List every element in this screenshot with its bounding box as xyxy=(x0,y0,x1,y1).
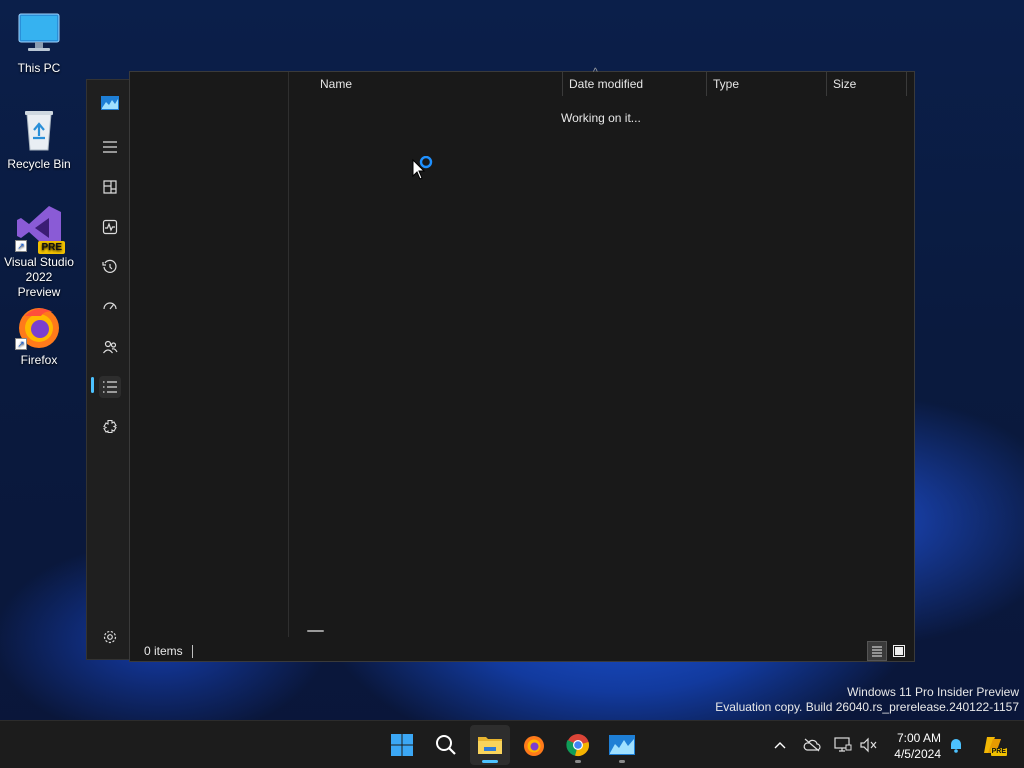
volume-muted-icon[interactable] xyxy=(859,735,879,755)
show-hidden-icons-chevron-icon[interactable] xyxy=(770,735,790,755)
file-explorer-window: ^ Name Date modified Type Size Working o… xyxy=(129,67,915,662)
details-view-button[interactable] xyxy=(867,641,887,661)
desktop-icon-firefox[interactable]: ↗ Firefox xyxy=(4,302,74,368)
windows-logo-icon xyxy=(391,734,413,756)
loading-message: Working on it... xyxy=(561,111,641,125)
watermark-build: Evaluation copy. Build 26040.rs_prerelea… xyxy=(715,700,1019,714)
column-header-date-modified[interactable]: Date modified xyxy=(563,72,706,96)
taskbar: 7:00 AM 4/5/2024 PRE xyxy=(0,720,1024,768)
hamburger-menu-icon[interactable] xyxy=(99,136,121,158)
search-button[interactable] xyxy=(426,725,466,765)
shortcut-arrow-icon: ↗ xyxy=(15,240,27,252)
start-button[interactable] xyxy=(382,725,422,765)
firefox-icon xyxy=(524,736,544,756)
folder-icon xyxy=(478,737,502,754)
column-header-type[interactable]: Type xyxy=(707,72,826,96)
task-manager-icon xyxy=(609,735,635,755)
column-header-name[interactable]: Name xyxy=(314,72,562,96)
desktop-icon-recycle-bin[interactable]: Recycle Bin xyxy=(4,106,74,172)
desktop-icon-label: Visual Studio 2022 Preview xyxy=(4,255,74,299)
notifications-bell-icon[interactable] xyxy=(946,735,966,755)
firefox-icon: ↗ xyxy=(15,302,63,350)
column-header-size[interactable]: Size xyxy=(827,72,906,96)
preview-badge: PRE xyxy=(990,748,1007,756)
watermark-edition: Windows 11 Pro Insider Preview xyxy=(847,685,1019,699)
search-icon xyxy=(436,735,456,755)
busy-cursor-icon xyxy=(412,155,436,185)
settings-gear-icon[interactable] xyxy=(99,626,121,648)
selected-indicator xyxy=(91,377,94,393)
taskbar-firefox[interactable] xyxy=(514,725,554,765)
services-icon[interactable] xyxy=(99,416,121,438)
running-indicator xyxy=(619,760,625,763)
recycle-bin-icon xyxy=(15,106,63,154)
clock-date: 4/5/2024 xyxy=(894,747,941,761)
desktop-icon-visual-studio[interactable]: PRE ↗ Visual Studio 2022 Preview xyxy=(4,204,74,300)
os-watermark: Windows 11 Pro Insider Preview Evaluatio… xyxy=(715,685,1019,715)
horizontal-scrollbar[interactable] xyxy=(307,630,324,632)
users-icon[interactable] xyxy=(99,336,121,358)
running-indicator xyxy=(482,760,498,763)
column-divider[interactable] xyxy=(906,72,907,96)
app-history-icon[interactable] xyxy=(99,256,121,278)
column-headers: ^ Name Date modified Type Size xyxy=(290,67,907,96)
desktop-icon-label: This PC xyxy=(17,61,61,75)
running-indicator xyxy=(575,760,581,763)
desktop-icon-label: Firefox xyxy=(20,353,58,367)
visual-studio-icon: PRE ↗ xyxy=(15,204,65,254)
processes-icon[interactable] xyxy=(99,176,121,198)
taskbar-file-explorer[interactable] xyxy=(470,725,510,765)
chrome-icon xyxy=(566,734,589,756)
system-clock[interactable]: 7:00 AM 4/5/2024 xyxy=(889,730,941,762)
copilot-preview-icon[interactable]: PRE xyxy=(981,735,1007,756)
shortcut-arrow-icon: ↗ xyxy=(15,338,27,350)
app-navigation-rail xyxy=(86,79,130,660)
app-logo-icon xyxy=(99,92,121,114)
startup-apps-icon[interactable] xyxy=(99,296,121,318)
clock-time: 7:00 AM xyxy=(896,731,941,745)
large-icons-view-button[interactable] xyxy=(889,641,909,661)
desktop-icon-this-pc[interactable]: This PC xyxy=(4,10,74,76)
network-icon[interactable] xyxy=(833,735,853,755)
navigation-pane[interactable] xyxy=(130,72,289,637)
details-icon[interactable] xyxy=(99,376,121,398)
performance-icon[interactable] xyxy=(99,216,121,238)
desktop-icon-label: Recycle Bin xyxy=(7,157,71,171)
taskbar-task-manager[interactable] xyxy=(602,725,642,765)
preview-badge: PRE xyxy=(38,241,65,254)
taskbar-chrome[interactable] xyxy=(558,725,598,765)
onedrive-offline-icon[interactable] xyxy=(802,735,822,755)
status-divider xyxy=(192,645,193,658)
monitor-icon xyxy=(15,10,63,58)
status-item-count: 0 items xyxy=(144,644,183,658)
